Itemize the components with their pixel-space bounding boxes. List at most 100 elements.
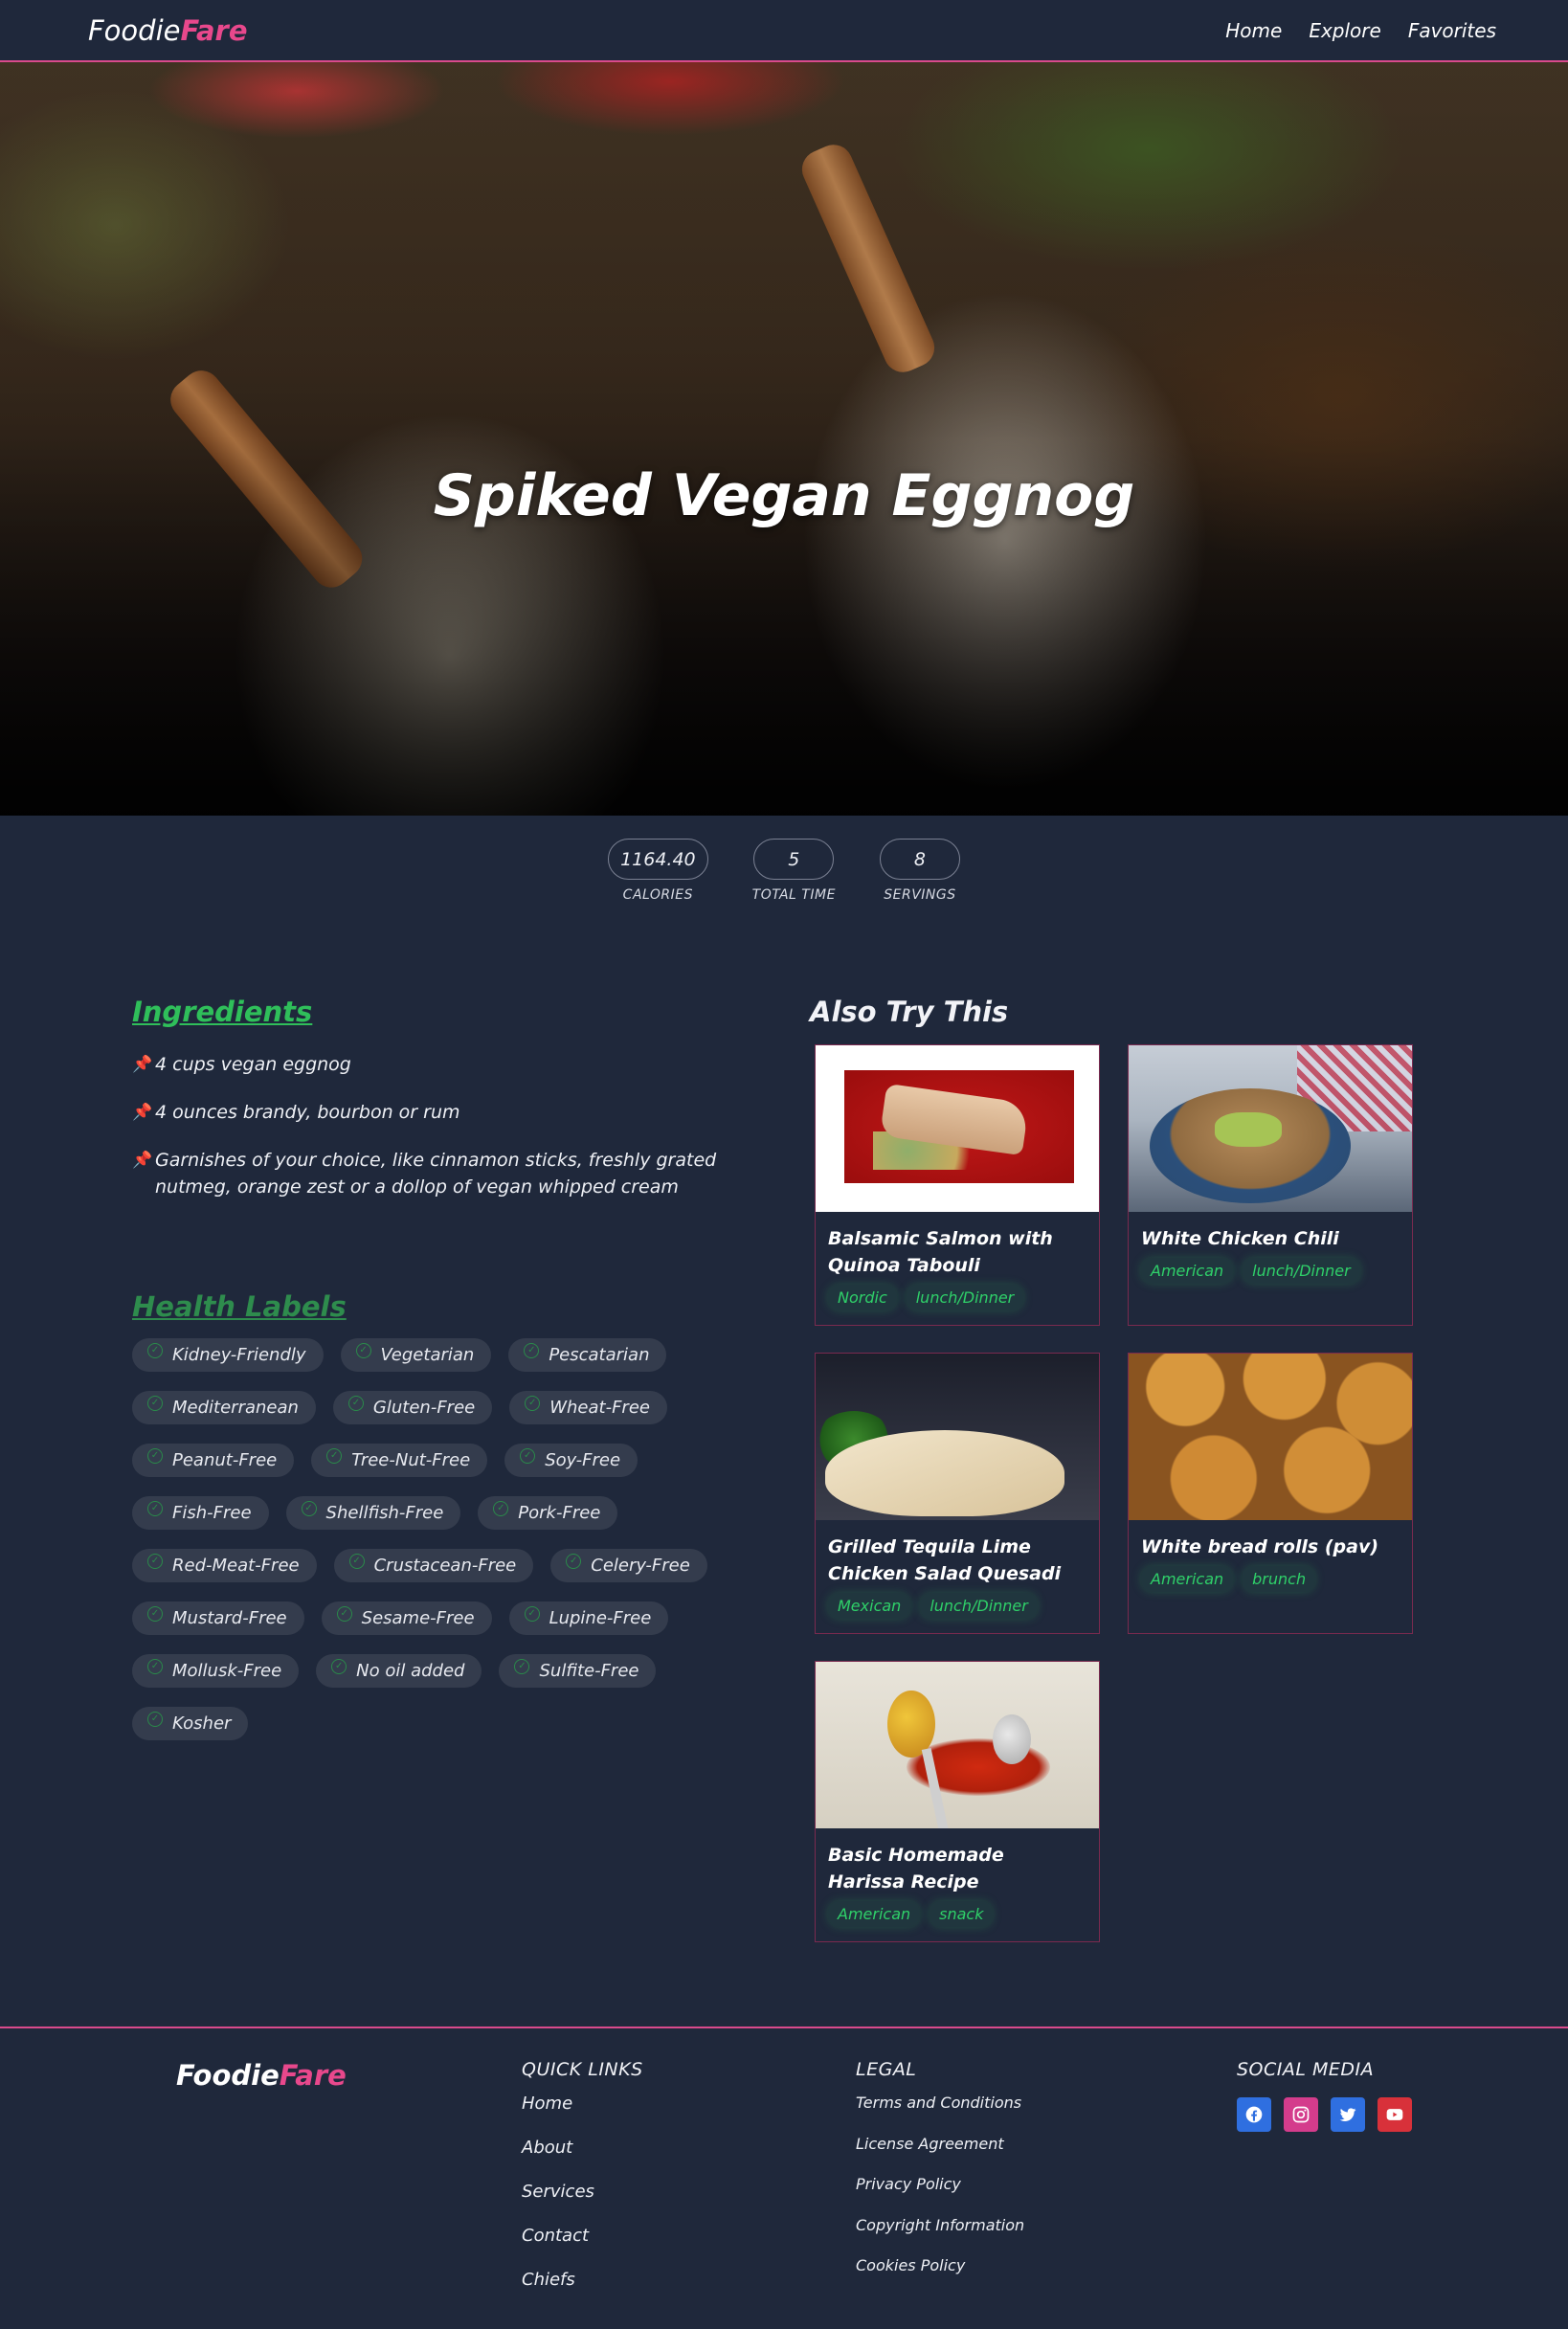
- recipe-card-image: [1129, 1045, 1412, 1212]
- footer-link-about[interactable]: About: [522, 2138, 643, 2182]
- avocado-shape: [1215, 1112, 1282, 1147]
- recipe-card[interactable]: Grilled Tequila Lime Chicken Salad Quesa…: [815, 1353, 1100, 1634]
- health-label-chip: ✓ Sulfite-Free: [499, 1654, 657, 1688]
- recipe-card-title: Basic Homemade Harissa Recipe: [828, 1845, 1004, 1892]
- instagram-icon[interactable]: [1284, 2097, 1318, 2132]
- health-label-text: Pescatarian: [549, 1345, 650, 1365]
- hero-banner: Spiked Vegan Eggnog: [0, 62, 1568, 816]
- health-label-text: Celery-Free: [591, 1556, 690, 1576]
- recipe-card-tags: Mexican lunch/Dinner: [828, 1593, 1086, 1619]
- health-label-chip: ✓ Kosher: [132, 1707, 249, 1740]
- stat-total-time: 5 TOTAL TIME: [752, 839, 836, 903]
- recipe-card-image: [816, 1354, 1099, 1520]
- recipe-card-image: [816, 1045, 1099, 1212]
- nav-links: Home Explore Favorites: [1225, 19, 1496, 42]
- quesadilla-shape: [825, 1430, 1064, 1516]
- check-circle-icon: ✓: [520, 1447, 536, 1464]
- cuisine-tag: American: [828, 1901, 921, 1927]
- health-label-text: Tree-Nut-Free: [351, 1450, 471, 1470]
- meal-type-tag: brunch: [1243, 1566, 1316, 1592]
- check-circle-icon: ✓: [326, 1447, 343, 1464]
- check-circle-icon: ✓: [525, 1395, 541, 1411]
- check-circle-icon: ✓: [348, 1553, 365, 1569]
- check-circle-icon: ✓: [147, 1395, 163, 1411]
- health-label-chip: ✓ Shellfish-Free: [285, 1496, 461, 1530]
- footer-link-home[interactable]: Home: [522, 2094, 643, 2138]
- recipe-card-body: Basic Homemade Harissa Recipe American s…: [816, 1828, 1099, 1927]
- footer-quick-links-heading: QUICK LINKS: [522, 2059, 643, 2080]
- footer-link-cookies[interactable]: Cookies Policy: [856, 2256, 1024, 2297]
- footer-link-chiefs[interactable]: Chiefs: [522, 2270, 643, 2314]
- check-circle-icon: ✓: [147, 1711, 163, 1727]
- health-label-chip: ✓ Mustard-Free: [132, 1601, 304, 1635]
- health-label-chip: ✓ Kidney-Friendly: [132, 1338, 324, 1372]
- recipe-card[interactable]: White bread rolls (pav) American brunch: [1128, 1353, 1413, 1634]
- health-label-chip: ✓ No oil added: [316, 1654, 482, 1688]
- health-labels-list: ✓ Kidney-Friendly ✓ Vegetarian ✓ Pescataria…: [132, 1338, 745, 1740]
- recipe-card[interactable]: Balsamic Salmon with Quinoa Tabouli Nord…: [815, 1044, 1100, 1326]
- health-label-text: Shellfish-Free: [325, 1503, 444, 1523]
- recipe-card[interactable]: White Chicken Chili American lunch/Dinne…: [1128, 1044, 1413, 1326]
- footer-link-services[interactable]: Services: [522, 2182, 643, 2226]
- health-label-chip: ✓ Fish-Free: [132, 1496, 269, 1530]
- check-circle-icon: ✓: [147, 1658, 163, 1674]
- pin-icon: 📌: [132, 1151, 153, 1170]
- nav-link-explore[interactable]: Explore: [1309, 19, 1381, 42]
- stat-label: CALORIES: [622, 887, 694, 903]
- recipe-card-body: White bread rolls (pav) American brunch: [1129, 1520, 1412, 1592]
- ingredient-text: 4 ounces brandy, bourbon or rum: [155, 1102, 460, 1123]
- footer-link-license[interactable]: License Agreement: [856, 2135, 1024, 2176]
- footer-link-privacy[interactable]: Privacy Policy: [856, 2175, 1024, 2216]
- health-label-text: Peanut-Free: [172, 1450, 278, 1470]
- health-label-text: Soy-Free: [545, 1450, 621, 1470]
- footer-link-terms[interactable]: Terms and Conditions: [856, 2094, 1024, 2135]
- health-label-text: Mustard-Free: [172, 1608, 287, 1628]
- check-circle-icon: ✓: [566, 1553, 582, 1569]
- health-label-text: Vegetarian: [380, 1345, 475, 1365]
- recipe-card-tags: Nordic lunch/Dinner: [828, 1285, 1086, 1310]
- cuisine-tag: American: [1141, 1566, 1234, 1592]
- logo-main-text: Foodie: [176, 2059, 280, 2092]
- nav-link-home[interactable]: Home: [1225, 19, 1282, 42]
- check-circle-icon: ✓: [355, 1342, 371, 1358]
- ingredient-item: 📌 Garnishes of your choice, like cinnamon…: [132, 1147, 764, 1200]
- footer-logo[interactable]: FoodieFare: [176, 2059, 347, 2092]
- site-footer: FoodieFare QUICK LINKS Home About Servic…: [0, 2027, 1568, 2329]
- health-label-text: No oil added: [356, 1661, 465, 1681]
- youtube-icon[interactable]: [1378, 2097, 1412, 2132]
- nav-link-favorites[interactable]: Favorites: [1408, 19, 1496, 42]
- ingredient-item: 📌 4 cups vegan eggnog: [132, 1051, 764, 1078]
- health-label-chip: ✓ Pork-Free: [478, 1496, 618, 1530]
- health-label-text: Gluten-Free: [372, 1398, 476, 1418]
- logo-accent-text: Fare: [279, 2059, 347, 2092]
- facebook-icon[interactable]: [1237, 2097, 1271, 2132]
- health-label-chip: ✓ Wheat-Free: [509, 1391, 667, 1424]
- recipe-card-title: White bread rolls (pav): [1141, 1536, 1379, 1557]
- ingredients-heading: Ingredients: [132, 996, 313, 1028]
- footer-link-contact[interactable]: Contact: [522, 2226, 643, 2270]
- health-label-chip: ✓ Lupine-Free: [508, 1601, 669, 1635]
- health-label-chip: ✓ Mollusk-Free: [132, 1654, 300, 1688]
- pin-icon: 📌: [132, 1055, 153, 1074]
- health-label-text: Red-Meat-Free: [172, 1556, 300, 1576]
- recipe-card[interactable]: Basic Homemade Harissa Recipe American s…: [815, 1661, 1100, 1942]
- site-logo[interactable]: FoodieFare: [88, 14, 248, 47]
- recipe-card-grid: Balsamic Salmon with Quinoa Tabouli Nord…: [815, 1044, 1413, 1942]
- twitter-icon[interactable]: [1331, 2097, 1365, 2132]
- recipe-card-body: Grilled Tequila Lime Chicken Salad Quesa…: [816, 1520, 1099, 1619]
- recipe-stats: 1164.40 CALORIES 5 TOTAL TIME 8 SERVINGS: [0, 839, 1568, 903]
- recipe-title: Spiked Vegan Eggnog: [433, 462, 1135, 529]
- check-circle-icon: ✓: [147, 1342, 163, 1358]
- footer-link-copyright[interactable]: Copyright Information: [856, 2216, 1024, 2257]
- recipe-card-body: Balsamic Salmon with Quinoa Tabouli Nord…: [816, 1212, 1099, 1310]
- spoon-shape: [993, 1714, 1031, 1764]
- health-label-text: Mollusk-Free: [172, 1661, 282, 1681]
- recipe-card-tags: American snack: [828, 1901, 1086, 1927]
- health-label-text: Sesame-Free: [361, 1608, 475, 1628]
- health-label-chip: ✓ Mediterranean: [132, 1391, 316, 1424]
- health-label-chip: ✓ Tree-Nut-Free: [311, 1444, 488, 1477]
- recipe-card-image: [1129, 1354, 1412, 1520]
- recipe-card-tags: American lunch/Dinner: [1141, 1258, 1400, 1284]
- health-label-chip: ✓ Red-Meat-Free: [132, 1549, 317, 1582]
- meal-type-tag: lunch/Dinner: [1243, 1258, 1360, 1284]
